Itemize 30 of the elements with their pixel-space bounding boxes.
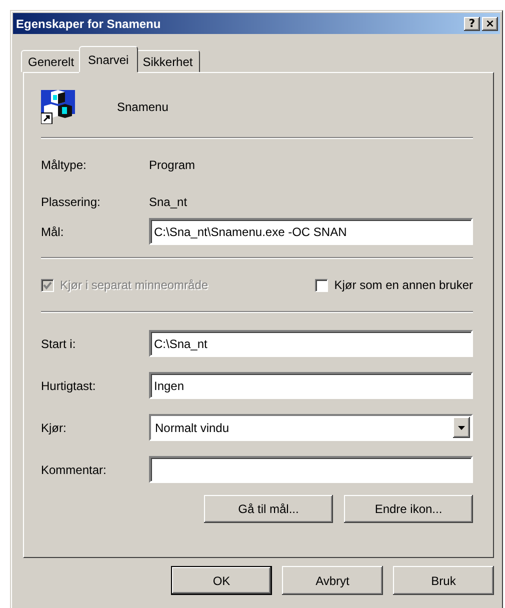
checkbox-label: Kjør som en annen bruker: [334, 278, 473, 292]
tab[interactable]: Generelt: [21, 50, 82, 72]
target-field[interactable]: C:\Sna_nt\Snamenu.exe -OC SNAN: [149, 218, 473, 245]
text-field[interactable]: Ingen: [149, 372, 473, 399]
checkbox-label: Kjør i separat minneområde: [60, 278, 208, 292]
info-value: Sna_nt: [149, 195, 188, 209]
text-field[interactable]: C:\Sna_nt: [149, 330, 473, 357]
checkbox[interactable]: [315, 278, 328, 292]
help-button[interactable]: ?: [464, 16, 480, 30]
panel-button[interactable]: Endre ikon...: [344, 495, 473, 523]
field-label: Start i:: [41, 336, 77, 350]
info-label: Måltype:: [41, 158, 88, 172]
close-button[interactable]: ×: [482, 16, 498, 30]
panel-button[interactable]: Gå til mål...: [204, 495, 333, 523]
dropdown-field[interactable]: Normalt vindu: [149, 414, 473, 441]
window-title: Egenskaper for Snamenu: [16, 16, 162, 30]
tab[interactable]: Sikkerhet: [136, 50, 200, 72]
dialog-button[interactable]: Bruk: [393, 566, 494, 595]
field-label: Mål:: [41, 224, 65, 238]
program-icon: [41, 90, 75, 124]
info-label: Plassering:: [41, 195, 102, 209]
field-label: Hurtigtast:: [41, 378, 97, 392]
field-label: Kjør:: [41, 420, 68, 434]
info-value: Program: [149, 158, 196, 172]
shortcut-name: Snamenu: [117, 100, 168, 114]
dialog-button[interactable]: Avbryt: [282, 566, 383, 595]
tab[interactable]: Snarvei: [79, 46, 138, 72]
text-field[interactable]: [149, 456, 473, 483]
dialog-button[interactable]: OK: [171, 566, 272, 595]
field-label: Kommentar:: [41, 462, 108, 476]
